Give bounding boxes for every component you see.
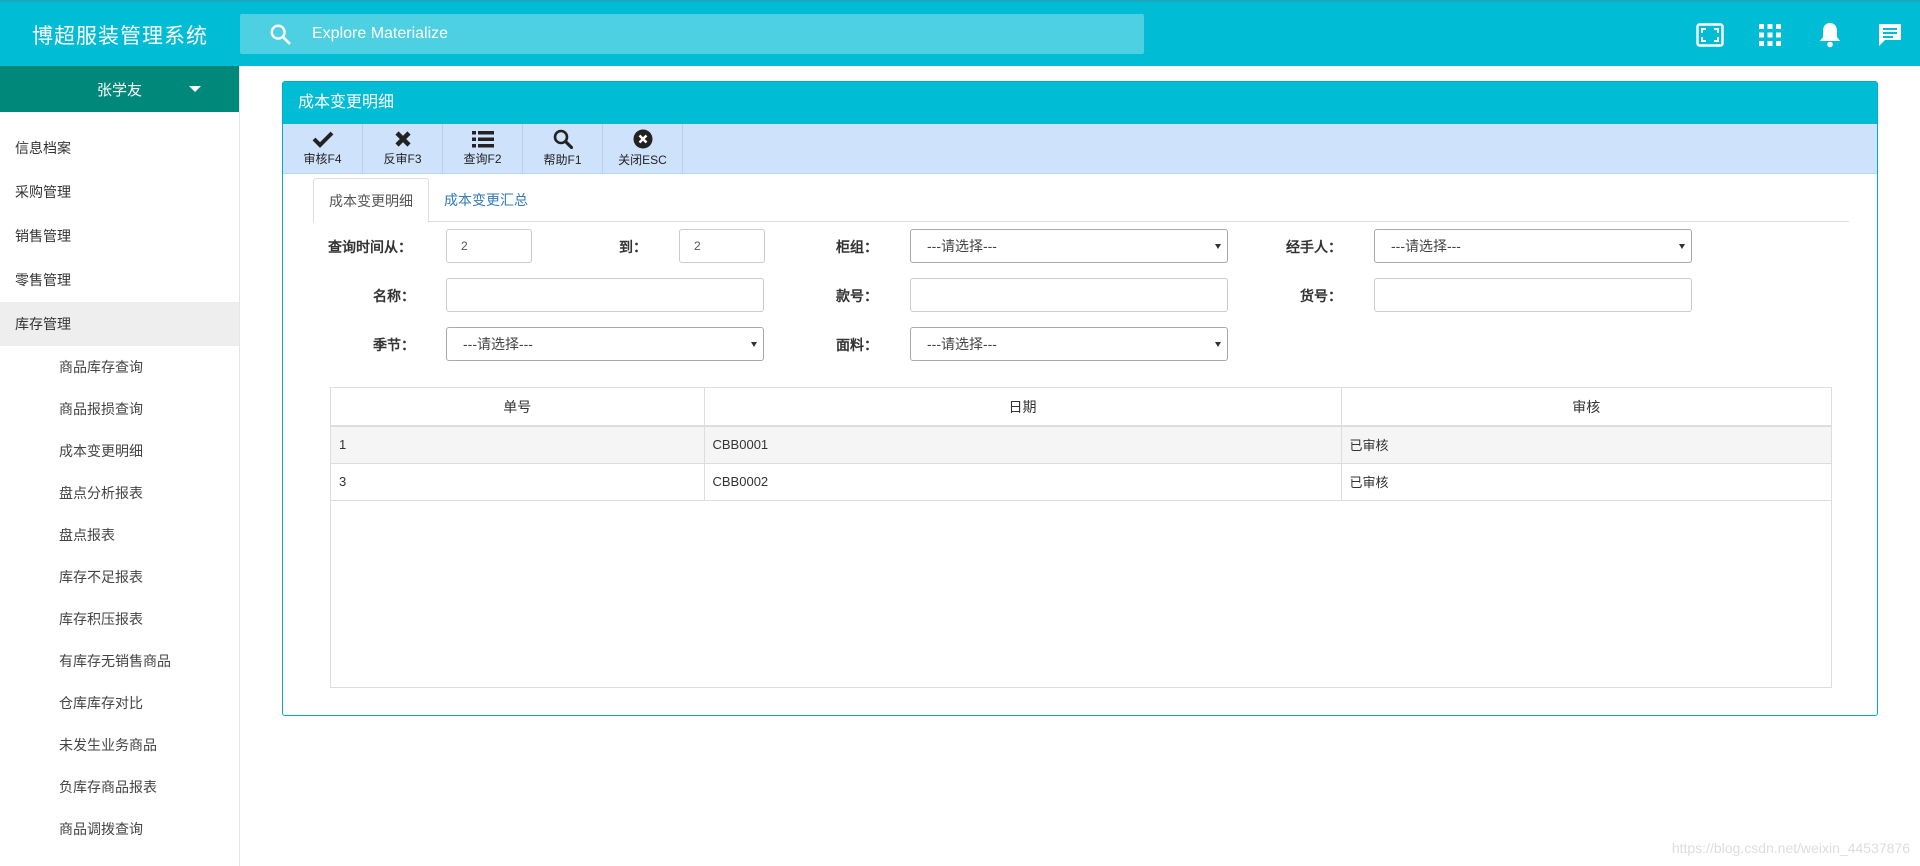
counter-select[interactable]: ---请选择---: [910, 229, 1228, 263]
approve-button[interactable]: 审核F4: [283, 124, 363, 173]
name-label: 名称：: [373, 288, 415, 304]
help-label: 帮助F1: [543, 153, 582, 167]
style-number-label: 款号：: [836, 288, 878, 304]
tab-cost-detail[interactable]: 成本变更明细: [313, 178, 429, 223]
submenu-item[interactable]: 库存积压报表: [0, 598, 239, 640]
list-icon: [471, 131, 494, 148]
close-label: 关闭ESC: [618, 153, 667, 167]
tab-cost-summary[interactable]: 成本变更汇总: [429, 178, 543, 223]
table-cell: 已审核: [1341, 463, 1831, 501]
date-to-input[interactable]: 2: [679, 229, 765, 263]
query-label: 查询F2: [463, 152, 502, 166]
column-header-order-no[interactable]: 单号: [331, 388, 705, 427]
table-cell: 已审核: [1341, 426, 1831, 464]
help-button[interactable]: 帮助F1: [523, 124, 603, 173]
table-header-row: 单号 日期 审核: [331, 388, 1831, 427]
unapprove-label: 反审F3: [383, 152, 422, 166]
table-cell: CBB0001: [704, 426, 1342, 464]
check-icon: [312, 131, 333, 148]
notifications-bell-icon[interactable]: [1800, 2, 1860, 68]
approve-label: 审核F4: [303, 152, 342, 166]
watermark-text: https://blog.csdn.net/weixin_44537876: [1671, 840, 1910, 856]
submenu-item[interactable]: 商品调拨查询: [0, 808, 239, 850]
sidebar-item-info-archive[interactable]: 信息档案: [0, 126, 239, 170]
tab-bar: 成本变更明细 成本变更汇总: [313, 178, 1849, 223]
column-header-date[interactable]: 日期: [704, 388, 1342, 427]
submenu-item[interactable]: 商品报损查询: [0, 388, 239, 430]
fullscreen-icon[interactable]: [1680, 2, 1740, 68]
cost-change-table: 单号 日期 审核 1 CBB0001 已审核 3 CBB0002 已审核: [330, 387, 1832, 688]
column-header-status[interactable]: 审核: [1341, 388, 1831, 427]
chat-message-icon[interactable]: [1860, 2, 1920, 68]
sidebar-item-sales[interactable]: 销售管理: [0, 214, 239, 258]
submenu-item[interactable]: 负库存商品报表: [0, 766, 239, 808]
user-menu[interactable]: 张学友: [0, 66, 239, 112]
fabric-select[interactable]: ---请选择---: [910, 327, 1228, 361]
search-bar: [240, 14, 1144, 54]
date-to-label: 到：: [619, 239, 647, 255]
unapprove-button[interactable]: 反审F3: [363, 124, 443, 173]
close-circle-icon: [633, 129, 652, 149]
query-button[interactable]: 查询F2: [443, 124, 523, 173]
top-header: 博超服装管理系统: [0, 0, 1920, 66]
header-actions: [1680, 2, 1920, 68]
sidebar-item-inventory[interactable]: 库存管理: [0, 302, 239, 346]
times-icon: [394, 131, 411, 147]
search-input[interactable]: [312, 25, 1144, 43]
panel-title: 成本变更明细: [283, 82, 1877, 124]
dropdown-caret-icon: [189, 86, 201, 92]
magnifier-icon: [553, 129, 573, 149]
cost-change-panel: 成本变更明细 审核F4 反审F3 查询F2 帮助F1 关闭ESC 成本变更明细 …: [282, 81, 1878, 716]
fabric-label: 面料：: [836, 337, 878, 353]
sidebar-item-purchase[interactable]: 采购管理: [0, 170, 239, 214]
sidebar-item-retail[interactable]: 零售管理: [0, 258, 239, 302]
table-row[interactable]: 1 CBB0001 已审核: [331, 426, 1831, 464]
sidebar-menu: 信息档案 采购管理 销售管理 零售管理 库存管理 商品库存查询 商品报损查询 成…: [0, 126, 239, 850]
handler-select[interactable]: ---请选择---: [1374, 229, 1692, 263]
style-number-input[interactable]: [910, 278, 1228, 312]
date-from-input[interactable]: 2: [446, 229, 532, 263]
submenu-item[interactable]: 商品库存查询: [0, 346, 239, 388]
counter-label: 柜组：: [836, 239, 878, 255]
date-from-label: 查询时间从：: [328, 239, 412, 255]
search-icon[interactable]: [260, 14, 300, 54]
submenu-item[interactable]: 盘点分析报表: [0, 472, 239, 514]
table-cell: 3: [331, 463, 705, 501]
sidebar: 张学友 信息档案 采购管理 销售管理 零售管理 库存管理 商品库存查询 商品报损…: [0, 66, 240, 866]
submenu-item[interactable]: 成本变更明细: [0, 430, 239, 472]
apps-grid-icon[interactable]: [1740, 2, 1800, 68]
submenu-item[interactable]: 未发生业务商品: [0, 724, 239, 766]
submenu-item[interactable]: 仓库库存对比: [0, 682, 239, 724]
name-input[interactable]: [446, 278, 764, 312]
season-select[interactable]: ---请选择---: [446, 327, 764, 361]
submenu-item[interactable]: 盘点报表: [0, 514, 239, 556]
submenu-item[interactable]: 有库存无销售商品: [0, 640, 239, 682]
close-button[interactable]: 关闭ESC: [603, 124, 683, 173]
app-title: 博超服装管理系统: [32, 24, 208, 48]
item-number-input[interactable]: [1374, 278, 1692, 312]
user-name: 张学友: [96, 81, 142, 99]
table-cell: 1: [331, 426, 705, 464]
table-cell: CBB0002: [704, 463, 1342, 501]
season-label: 季节：: [373, 337, 415, 353]
item-number-label: 货号：: [1300, 288, 1342, 304]
toolbar: 审核F4 反审F3 查询F2 帮助F1 关闭ESC: [283, 124, 1877, 174]
submenu-item[interactable]: 库存不足报表: [0, 556, 239, 598]
table-row[interactable]: 3 CBB0002 已审核: [331, 463, 1831, 501]
handler-label: 经手人：: [1286, 239, 1342, 255]
